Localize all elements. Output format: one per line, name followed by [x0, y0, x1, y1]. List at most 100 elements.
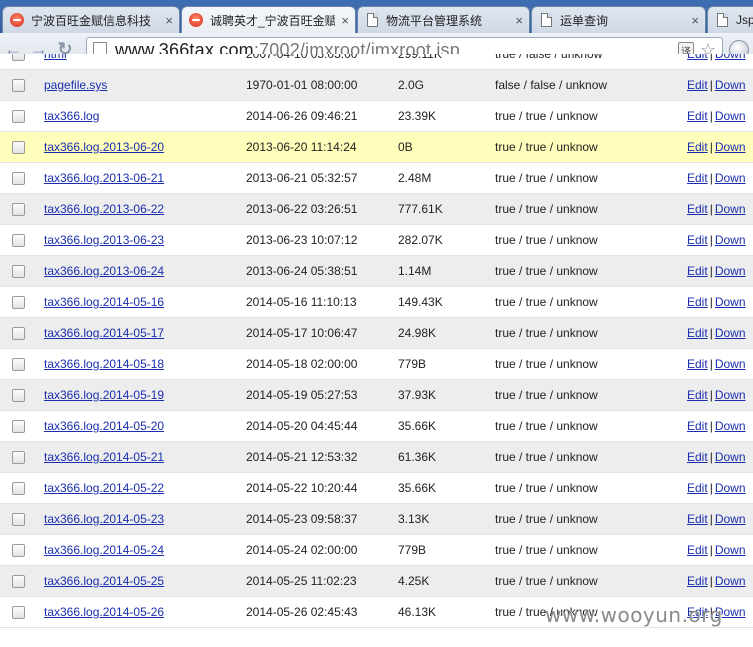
- close-tab-icon[interactable]: ×: [691, 13, 699, 28]
- download-link[interactable]: Down: [715, 109, 746, 123]
- row-checkbox[interactable]: [12, 358, 25, 371]
- table-row[interactable]: tax366.log.2014-05-23 2014-05-23 09:58:37…: [0, 504, 753, 535]
- row-checkbox[interactable]: [12, 54, 25, 61]
- tab-logistics[interactable]: 物流平台管理系统 ×: [357, 6, 530, 33]
- edit-link[interactable]: Edit: [687, 202, 708, 216]
- download-link[interactable]: Down: [715, 574, 746, 588]
- edit-link[interactable]: Edit: [687, 233, 708, 247]
- file-name-link[interactable]: tax366.log.2013-06-23: [44, 225, 164, 256]
- edit-link[interactable]: Edit: [687, 78, 708, 92]
- row-checkbox[interactable]: [12, 389, 25, 402]
- file-name-link[interactable]: tax366.log.2014-05-23: [44, 504, 164, 535]
- row-checkbox[interactable]: [12, 513, 25, 526]
- edit-link[interactable]: Edit: [687, 295, 708, 309]
- close-tab-icon[interactable]: ×: [515, 13, 523, 28]
- row-checkbox[interactable]: [12, 482, 25, 495]
- file-name-link[interactable]: tax366.log.2014-05-26: [44, 597, 164, 628]
- download-link[interactable]: Down: [715, 388, 746, 402]
- file-name-link[interactable]: tax366.log.2013-06-20: [44, 132, 164, 163]
- row-checkbox[interactable]: [12, 327, 25, 340]
- close-tab-icon[interactable]: ×: [165, 13, 173, 28]
- table-row[interactable]: tax366.log.2014-05-24 2014-05-24 02:00:00…: [0, 535, 753, 566]
- file-name-link[interactable]: tax366.log.2014-05-25: [44, 566, 164, 597]
- row-checkbox[interactable]: [12, 544, 25, 557]
- download-link[interactable]: Down: [715, 357, 746, 371]
- table-row[interactable]: tax366.log.2013-06-21 2013-06-21 05:32:57…: [0, 163, 753, 194]
- tab-careers[interactable]: 诚聘英才_宁波百旺金赋 ×: [181, 6, 356, 33]
- row-checkbox[interactable]: [12, 203, 25, 216]
- download-link[interactable]: Down: [715, 78, 746, 92]
- download-link[interactable]: Down: [715, 264, 746, 278]
- download-link[interactable]: Down: [715, 140, 746, 154]
- file-name-link[interactable]: tax366.log.2014-05-24: [44, 535, 164, 566]
- download-link[interactable]: Down: [715, 481, 746, 495]
- row-checkbox[interactable]: [12, 110, 25, 123]
- download-link[interactable]: Down: [715, 54, 746, 61]
- edit-link[interactable]: Edit: [687, 543, 708, 557]
- edit-link[interactable]: Edit: [687, 388, 708, 402]
- row-checkbox[interactable]: [12, 575, 25, 588]
- download-link[interactable]: Down: [715, 202, 746, 216]
- download-link[interactable]: Down: [715, 543, 746, 557]
- row-checkbox[interactable]: [12, 234, 25, 247]
- edit-link[interactable]: Edit: [687, 357, 708, 371]
- table-row[interactable]: tax366.log.2013-06-20 2013-06-20 11:14:24…: [0, 132, 753, 163]
- file-name-link[interactable]: tax366.log.2014-05-16: [44, 287, 164, 318]
- download-link[interactable]: Down: [715, 512, 746, 526]
- download-link[interactable]: Down: [715, 233, 746, 247]
- table-row[interactable]: pagefile.sys 1970-01-01 08:00:00 2.0G false…: [0, 70, 753, 101]
- file-name-link[interactable]: tax366.log.2013-06-24: [44, 256, 164, 287]
- file-name-link[interactable]: pagefile.sys: [44, 70, 107, 101]
- table-row[interactable]: tax366.log.2014-05-22 2014-05-22 10:20:44…: [0, 473, 753, 504]
- edit-link[interactable]: Edit: [687, 54, 708, 61]
- file-name-link[interactable]: tax366.log: [44, 101, 99, 132]
- table-row[interactable]: tax366.log.2014-05-18 2014-05-18 02:00:00…: [0, 349, 753, 380]
- edit-link[interactable]: Edit: [687, 481, 708, 495]
- tab-ningbo-baiwang[interactable]: 宁波百旺金赋信息科技 ×: [2, 6, 180, 33]
- file-name-link[interactable]: tax366.log.2014-05-17: [44, 318, 164, 349]
- edit-link[interactable]: Edit: [687, 326, 708, 340]
- row-checkbox[interactable]: [12, 79, 25, 92]
- table-row[interactable]: tax366.log.2014-05-21 2014-05-21 12:53:32…: [0, 442, 753, 473]
- row-checkbox[interactable]: [12, 265, 25, 278]
- tab-waybill-query[interactable]: 运单查询 ×: [531, 6, 706, 33]
- table-row[interactable]: tax366.log 2014-06-26 09:46:21 23.39K true …: [0, 101, 753, 132]
- download-link[interactable]: Down: [715, 419, 746, 433]
- file-name-link[interactable]: tax366.log.2013-06-22: [44, 194, 164, 225]
- file-name-link[interactable]: tax366.log.2013-06-21: [44, 163, 164, 194]
- tab-jsp[interactable]: Jsp: [707, 6, 753, 33]
- row-checkbox[interactable]: [12, 172, 25, 185]
- download-link[interactable]: Down: [715, 295, 746, 309]
- file-name-link[interactable]: tax366.log.2014-05-22: [44, 473, 164, 504]
- table-row[interactable]: html 2007-04-10 05:05:00 299.11K true / fal…: [0, 54, 753, 70]
- row-checkbox[interactable]: [12, 451, 25, 464]
- download-link[interactable]: Down: [715, 326, 746, 340]
- table-row[interactable]: tax366.log.2013-06-23 2013-06-23 10:07:12…: [0, 225, 753, 256]
- file-name-link[interactable]: html: [44, 54, 67, 70]
- table-row[interactable]: tax366.log.2014-05-17 2014-05-17 10:06:47…: [0, 318, 753, 349]
- edit-link[interactable]: Edit: [687, 419, 708, 433]
- edit-link[interactable]: Edit: [687, 171, 708, 185]
- download-link[interactable]: Down: [715, 450, 746, 464]
- edit-link[interactable]: Edit: [687, 140, 708, 154]
- edit-link[interactable]: Edit: [687, 574, 708, 588]
- download-link[interactable]: Down: [715, 171, 746, 185]
- row-checkbox[interactable]: [12, 420, 25, 433]
- table-row[interactable]: tax366.log.2014-05-25 2014-05-25 11:02:23…: [0, 566, 753, 597]
- table-row[interactable]: tax366.log.2013-06-22 2013-06-22 03:26:51…: [0, 194, 753, 225]
- table-row[interactable]: tax366.log.2014-05-16 2014-05-16 11:10:13…: [0, 287, 753, 318]
- close-tab-icon[interactable]: ×: [341, 13, 349, 28]
- file-name-link[interactable]: tax366.log.2014-05-20: [44, 411, 164, 442]
- row-checkbox[interactable]: [12, 606, 25, 619]
- file-name-link[interactable]: tax366.log.2014-05-18: [44, 349, 164, 380]
- table-row[interactable]: tax366.log.2014-05-20 2014-05-20 04:45:44…: [0, 411, 753, 442]
- table-row[interactable]: tax366.log.2013-06-24 2013-06-24 05:38:51…: [0, 256, 753, 287]
- edit-link[interactable]: Edit: [687, 264, 708, 278]
- table-row[interactable]: tax366.log.2014-05-19 2014-05-19 05:27:53…: [0, 380, 753, 411]
- edit-link[interactable]: Edit: [687, 109, 708, 123]
- file-name-link[interactable]: tax366.log.2014-05-21: [44, 442, 164, 473]
- row-checkbox[interactable]: [12, 296, 25, 309]
- file-name-link[interactable]: tax366.log.2014-05-19: [44, 380, 164, 411]
- edit-link[interactable]: Edit: [687, 450, 708, 464]
- edit-link[interactable]: Edit: [687, 512, 708, 526]
